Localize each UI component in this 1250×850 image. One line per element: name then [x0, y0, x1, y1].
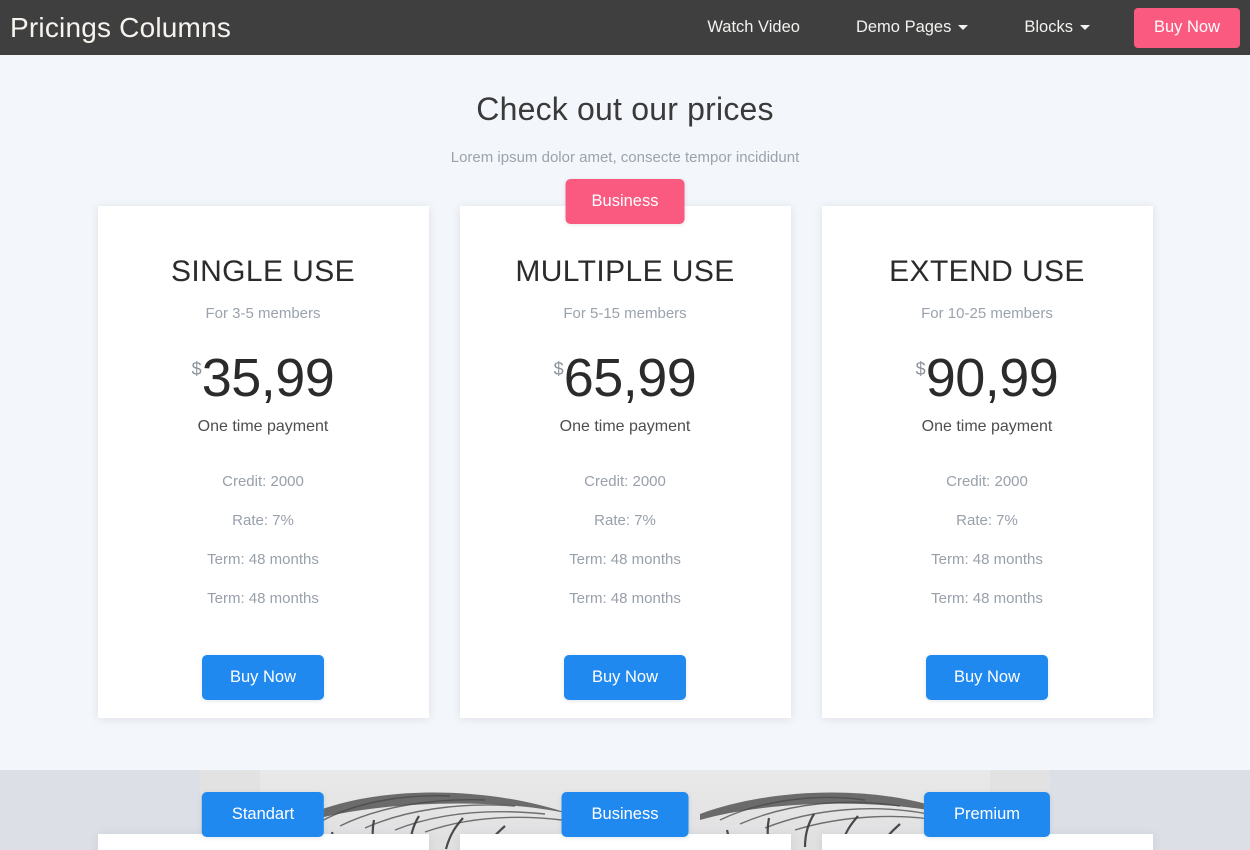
buy-now-button[interactable]: Buy Now [563, 655, 687, 700]
list-item: Term: 48 months [569, 551, 681, 568]
plan-feature-list: Credit: 2000 Rate: 7% Term: 48 months Te… [822, 472, 1153, 628]
pricing-card-multiple-use: Business MULTIPLE USE For 5-15 members $… [459, 179, 791, 718]
nav-item-label: Watch Video [707, 18, 800, 36]
lower-pricing-card-business: Business [459, 792, 791, 850]
lower-pricing-card-standart: Standart [97, 792, 429, 850]
chevron-down-icon [1079, 25, 1090, 30]
plan-feature-list: Credit: 2000 Rate: 7% Term: 48 months Te… [460, 472, 791, 628]
header-buy-now-button[interactable]: Buy Now [1133, 7, 1240, 48]
plan-badge-premium[interactable]: Premium [923, 792, 1051, 837]
featured-badge[interactable]: Business [565, 179, 685, 224]
plan-price-group: $ 90,99 [916, 350, 1059, 406]
list-item: Credit: 2000 [222, 473, 304, 490]
currency-symbol: $ [915, 359, 926, 379]
list-item: Credit: 2000 [946, 473, 1028, 490]
plan-price-group: $ 65,99 [554, 350, 697, 406]
pricing-section: Check out our prices Lorem ipsum dolor a… [0, 55, 1250, 770]
nav-item-demo-pages[interactable]: Demo Pages [828, 0, 996, 55]
top-navbar: Pricings Columns Watch Video Demo Pages … [0, 0, 1250, 55]
list-item: Term: 48 months [931, 590, 1043, 607]
buy-now-button[interactable]: Buy Now [925, 655, 1049, 700]
plan-name: MULTIPLE USE [515, 255, 735, 288]
plan-name: SINGLE USE [170, 255, 356, 288]
payment-note: One time payment [197, 418, 329, 435]
nav-item-label: Demo Pages [855, 18, 952, 36]
pricing-cards-row: SINGLE USE For 3-5 members $ 35,99 One t… [0, 179, 1250, 718]
nav-item-blocks[interactable]: Blocks [996, 0, 1118, 55]
pricing-card-extend-use: EXTEND USE For 10-25 members $ 90,99 One… [821, 206, 1153, 718]
plan-price: 65,99 [563, 348, 697, 408]
list-item: Rate: 7% [232, 512, 294, 529]
pricing-card-single-use: SINGLE USE For 3-5 members $ 35,99 One t… [97, 206, 429, 718]
page-title: Check out our prices [476, 91, 774, 127]
plan-members: For 3-5 members [205, 305, 321, 322]
lower-pricing-card-premium: Premium [821, 792, 1153, 850]
list-item: Rate: 7% [956, 512, 1018, 529]
plan-name: EXTEND USE [889, 255, 1085, 288]
list-item: Term: 48 months [207, 590, 319, 607]
list-item: Term: 48 months [207, 551, 319, 568]
plan-badge-standart[interactable]: Standart [201, 792, 325, 837]
currency-symbol: $ [191, 359, 202, 379]
plan-price-group: $ 35,99 [192, 350, 335, 406]
list-item: Rate: 7% [594, 512, 656, 529]
payment-note: One time payment [559, 418, 691, 435]
nav-item-label: Blocks [1024, 18, 1073, 36]
plan-price: 35,99 [201, 348, 335, 408]
buy-now-button[interactable]: Buy Now [201, 655, 325, 700]
lower-pricing-section: Standart Business Premium [0, 770, 1250, 850]
primary-nav: Watch Video Demo Pages Blocks Buy Now [679, 0, 1250, 55]
plan-members: For 10-25 members [921, 305, 1053, 322]
list-item: Term: 48 months [931, 551, 1043, 568]
currency-symbol: $ [553, 359, 564, 379]
plan-badge-business[interactable]: Business [561, 792, 689, 837]
list-item: Credit: 2000 [584, 473, 666, 490]
plan-members: For 5-15 members [563, 305, 687, 322]
payment-note: One time payment [921, 418, 1053, 435]
nav-item-watch-video[interactable]: Watch Video [679, 0, 828, 55]
brand-title: Pricings Columns [10, 11, 232, 43]
plan-price: 90,99 [925, 348, 1059, 408]
chevron-down-icon [958, 25, 969, 30]
page-subtitle: Lorem ipsum dolor amet, consecte tempor … [450, 149, 800, 166]
list-item: Term: 48 months [569, 590, 681, 607]
lower-cards-row: Standart Business Premium [0, 770, 1250, 850]
plan-feature-list: Credit: 2000 Rate: 7% Term: 48 months Te… [98, 472, 429, 628]
